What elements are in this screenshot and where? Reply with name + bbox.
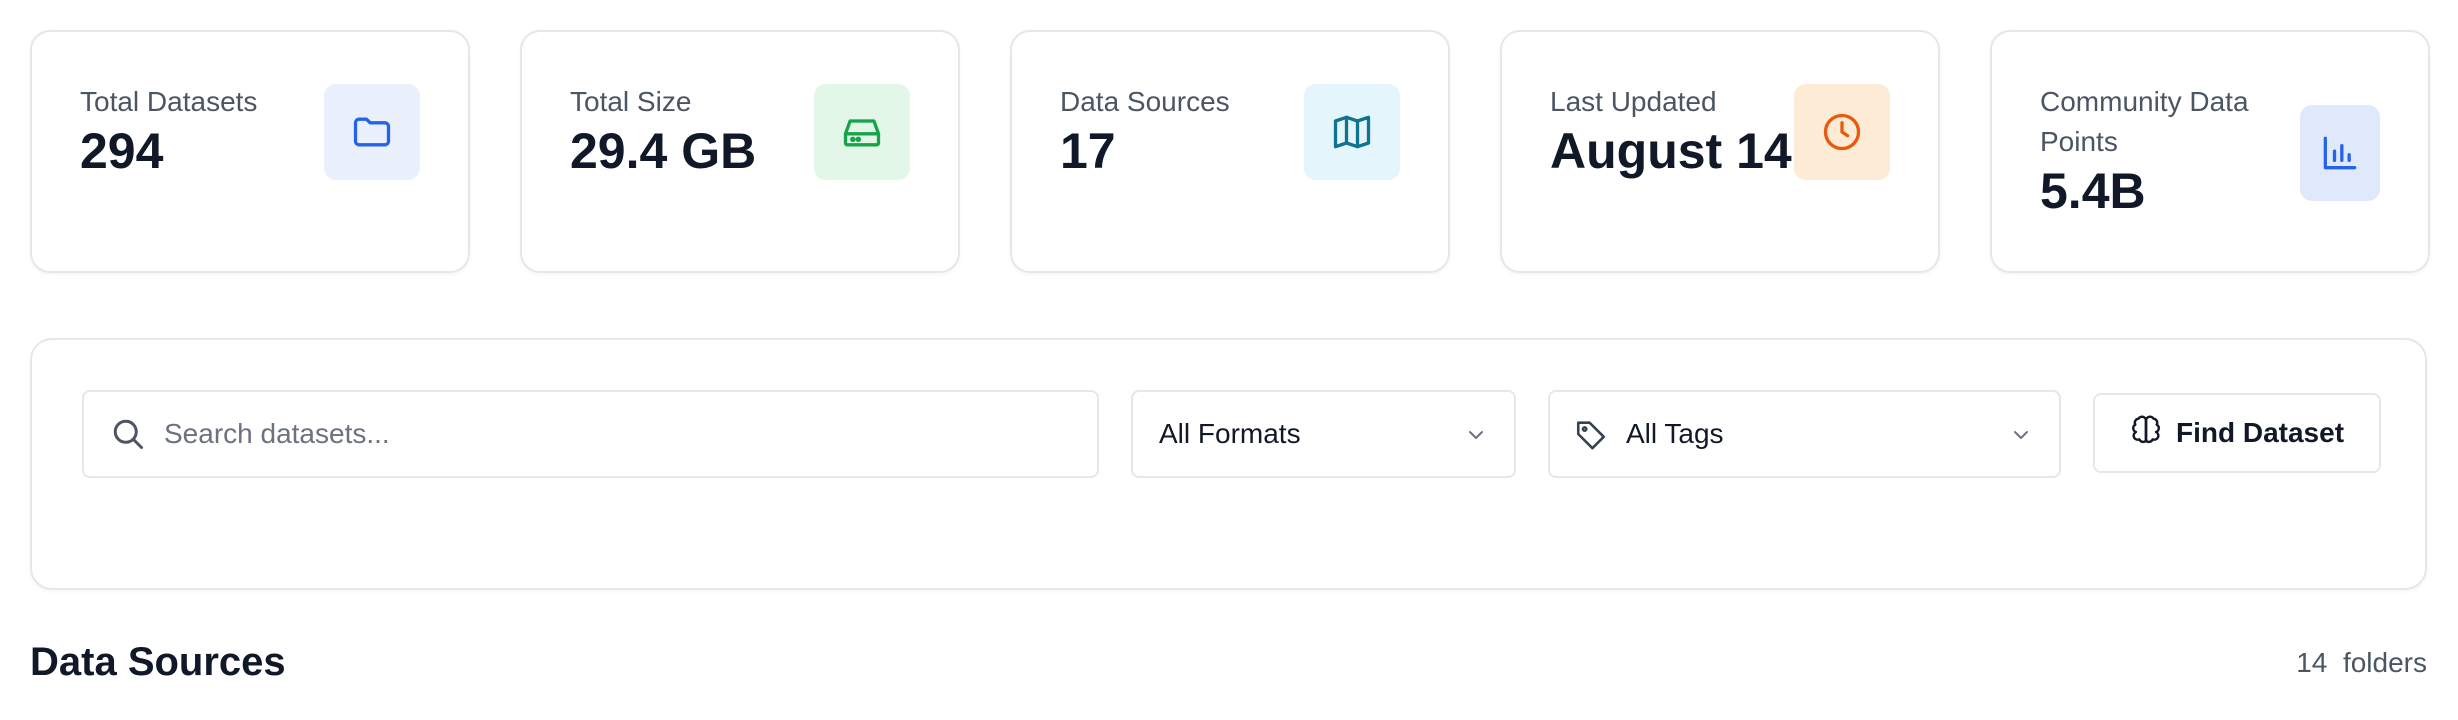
stat-value: 5.4B: [2040, 163, 2146, 219]
search-box[interactable]: [82, 390, 1099, 478]
stat-value: 294: [80, 123, 164, 179]
section-title: Data Sources: [30, 640, 286, 684]
map-icon: [1304, 84, 1400, 180]
folder-count-unit: folders: [2342, 646, 2427, 678]
tag-icon: [1574, 417, 1608, 451]
find-dataset-label: Find Dataset: [2175, 417, 2345, 448]
stat-label: Total Datasets: [80, 86, 258, 117]
stat-card-community-data-points: Community Data Points 5.4B: [1990, 30, 2430, 273]
clock-icon: [1794, 84, 1890, 180]
stat-card-total-size: Total Size 29.4 GB: [520, 30, 960, 273]
stat-label: Last Updated: [1550, 86, 1717, 117]
format-select[interactable]: All Formats: [1131, 390, 1516, 478]
stat-card-data-sources: Data Sources 17: [1010, 30, 1450, 273]
tags-select[interactable]: All Tags: [1548, 390, 2061, 478]
find-dataset-button[interactable]: Find Dataset: [2093, 393, 2381, 473]
stat-value: August 14: [1550, 123, 1792, 179]
search-input[interactable]: [164, 418, 1044, 450]
folder-icon: [324, 84, 420, 180]
section-header: Data Sources 14 folders: [30, 640, 2427, 685]
chevron-down-icon: [1464, 422, 1488, 454]
filter-panel: All Formats All Tags: [30, 338, 2427, 590]
folder-count: 14 folders: [2296, 647, 2427, 679]
stat-card-total-datasets: Total Datasets 294: [30, 30, 470, 273]
bar-chart-icon: [2300, 105, 2380, 201]
stat-value: 17: [1060, 123, 1116, 179]
stat-label: Total Size: [570, 86, 692, 117]
tags-select-value: All Tags: [1626, 418, 1724, 449]
hard-drive-icon: [814, 84, 910, 180]
brain-icon: [2130, 414, 2162, 453]
stats-row: Total Datasets 294 Total Size 29.4 GB Da…: [30, 30, 2430, 273]
stat-value: 29.4 GB: [570, 123, 757, 179]
format-select-value: All Formats: [1159, 418, 1301, 449]
folder-count-number: 14: [2296, 646, 2328, 678]
chevron-down-icon: [2009, 422, 2033, 454]
stat-card-last-updated: Last Updated August 14: [1500, 30, 1940, 273]
stat-label: Community Data Points: [2040, 86, 2249, 157]
search-icon: [108, 414, 148, 454]
stat-label: Data Sources: [1060, 86, 1230, 117]
